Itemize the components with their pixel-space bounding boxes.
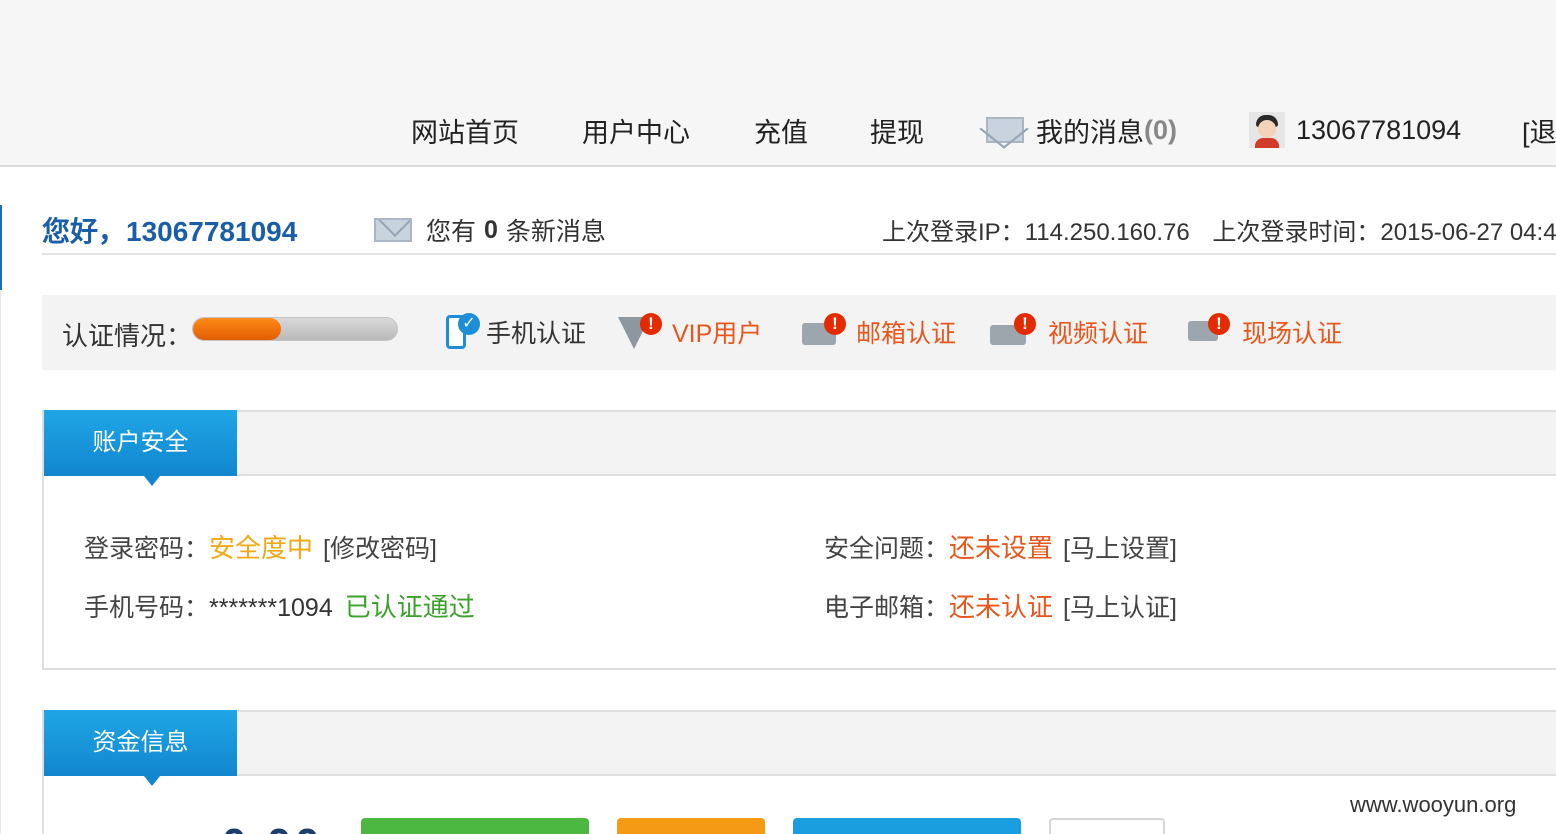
set-security-question-link[interactable]: [马上设置]: [1063, 529, 1177, 565]
email-row: 电子邮箱： 还未认证 [马上认证]: [824, 587, 1177, 624]
more-button[interactable]: [1049, 818, 1165, 834]
security-question-label: 安全问题：: [824, 535, 950, 563]
nav-username: 13067781094: [1296, 114, 1462, 145]
security-question-row: 安全问题： 还未设置 [马上设置]: [824, 528, 1177, 565]
verify-video-label: 视频认证: [1048, 320, 1149, 348]
phone-number-value: *******1094: [209, 594, 333, 622]
nav-withdraw-link[interactable]: 提现: [870, 110, 924, 150]
account-security-panel: 账户安全 登录密码： 安全度中 [修改密码] 安全问题： 还未设置 [马上设置]…: [42, 410, 1556, 670]
last-login-time-label: 上次登录时间：: [1212, 219, 1381, 246]
verify-phone-link[interactable]: ✓ 手机认证: [442, 313, 586, 351]
verification-progress-bar: [192, 317, 398, 341]
withdraw-button[interactable]: [617, 818, 765, 834]
verify-video-link[interactable]: ! 视频认证: [988, 313, 1148, 351]
verify-onsite-link[interactable]: ! 现场认证: [1186, 313, 1342, 351]
nav-user-profile-link[interactable]: 13067781094: [1249, 110, 1461, 150]
verification-status-bar: 认证情况： ✓ 手机认证 ! VIP用户 ! 邮箱认证 ! 视频认证 ! 现场认…: [42, 295, 1556, 370]
divider: [42, 253, 1556, 255]
watermark-text: www.wooyun.org: [1350, 792, 1517, 817]
funds-detail-button[interactable]: [793, 818, 1021, 834]
email-icon: !: [800, 313, 852, 351]
left-border: [0, 290, 1, 834]
balance-amount-text: 0.00: [222, 824, 324, 834]
verify-onsite-label: 现场认证: [1242, 320, 1343, 348]
nav-messages-link[interactable]: 我的消息 (0): [986, 110, 1177, 150]
last-login-info: 上次登录IP：114.250.160.76 上次登录时间：2015-06-27 …: [882, 212, 1556, 247]
monitor-icon: !: [1186, 313, 1238, 351]
verify-email-now-link[interactable]: [马上认证]: [1063, 588, 1177, 624]
funds-info-tab[interactable]: 资金信息: [44, 710, 237, 786]
login-password-row: 登录密码： 安全度中 [修改密码]: [84, 528, 437, 565]
envelope-icon: [374, 218, 412, 242]
email-status: 还未认证: [949, 592, 1054, 622]
phone-number-row: 手机号码： *******1094 已认证通过: [84, 587, 475, 624]
funds-info-panel: 资金信息: [42, 710, 1556, 834]
phone-verified-status: 已认证通过: [344, 592, 475, 622]
verify-email-label: 邮箱认证: [856, 320, 957, 348]
verification-label: 认证情况：: [62, 321, 193, 351]
panel-header: [44, 712, 1556, 776]
vip-icon: !: [618, 313, 668, 351]
verify-phone-label: 手机认证: [486, 320, 587, 348]
nav-user-center-link[interactable]: 用户中心: [582, 110, 690, 150]
top-nav-bar: 网站首页 用户中心 充值 提现 我的消息 (0) 13067781094 [退: [0, 0, 1556, 167]
new-message-notice[interactable]: 您有 0 条新消息: [374, 212, 606, 248]
nav-logout-link[interactable]: [退: [1522, 110, 1556, 150]
greeting-title: 您好，13067781094: [42, 216, 298, 247]
email-label: 电子邮箱：: [824, 594, 950, 622]
verify-vip-label: VIP用户: [672, 320, 763, 348]
last-login-ip-label: 上次登录IP：: [882, 219, 1025, 246]
nav-messages-label: 我的消息: [1036, 117, 1144, 148]
security-question-status: 还未设置: [949, 533, 1054, 563]
account-security-tab[interactable]: 账户安全: [44, 410, 237, 486]
login-password-label: 登录密码：: [84, 535, 210, 563]
last-login-time: 2015-06-27 04:4: [1380, 219, 1556, 246]
left-accent-bar: [0, 205, 2, 290]
balance-amount: 0.00: [222, 824, 334, 834]
last-login-ip: 114.250.160.76: [1024, 219, 1190, 246]
verify-vip-link[interactable]: ! VIP用户: [618, 313, 762, 351]
nav-home-link[interactable]: 网站首页: [411, 110, 519, 150]
new-message-count: 0: [484, 215, 498, 244]
password-strength-status: 安全度中: [209, 533, 314, 563]
new-message-prefix: 您有: [426, 218, 477, 246]
avatar-icon: [1249, 112, 1285, 148]
new-message-suffix: 条新消息: [505, 218, 606, 246]
panel-header: [44, 412, 1556, 476]
verification-progress-fill: [193, 318, 281, 340]
phone-number-label: 手机号码：: [84, 594, 210, 622]
recharge-button[interactable]: [361, 818, 589, 834]
verify-email-link[interactable]: ! 邮箱认证: [800, 313, 956, 351]
nav-recharge-link[interactable]: 充值: [754, 110, 808, 150]
change-password-link[interactable]: [修改密码]: [323, 529, 437, 565]
phone-verified-icon: ✓: [442, 313, 482, 351]
video-icon: !: [988, 313, 1044, 351]
envelope-icon: [986, 117, 1024, 143]
nav-messages-count: (0): [1144, 114, 1177, 145]
